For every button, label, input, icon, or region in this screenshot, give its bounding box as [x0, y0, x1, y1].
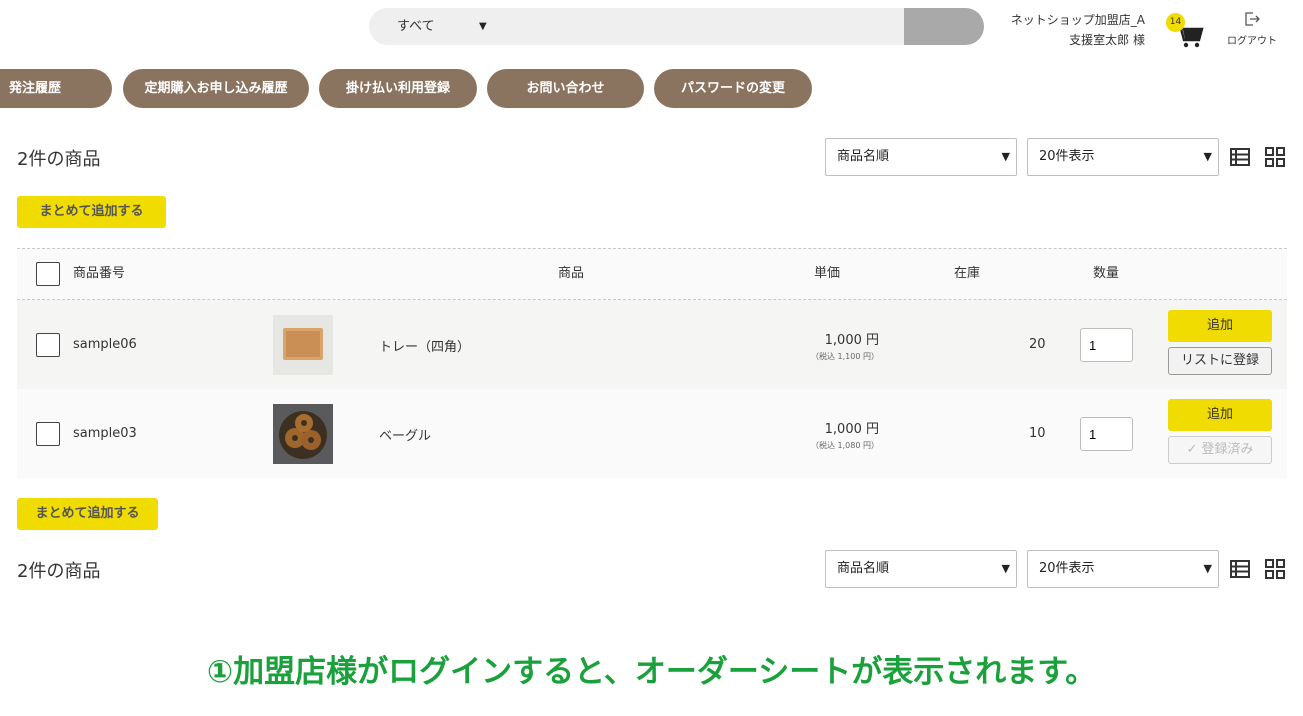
header-stock: 在庫 — [954, 266, 981, 281]
logout-button[interactable]: ログアウト — [1222, 10, 1282, 47]
product-name[interactable]: トレー（四角） — [379, 336, 470, 355]
nav-order-history[interactable]: 発注履歴 — [0, 69, 112, 108]
shop-name: ネットショップ加盟店_A — [1010, 13, 1145, 27]
add-to-cart-button[interactable]: 追加 — [1168, 399, 1272, 431]
price-value: 1,000 円 — [824, 333, 879, 348]
price-tax: （税込 1,100 円） — [811, 352, 879, 361]
chevron-down-icon: ▼ — [1203, 150, 1212, 163]
product-image-bagel[interactable] — [273, 404, 333, 464]
sort-select-value: 商品名順 — [837, 149, 890, 164]
bulk-add-button-top[interactable]: まとめて追加する — [17, 196, 166, 228]
header-qty: 数量 — [1093, 266, 1120, 281]
bulk-add-button-bottom[interactable]: まとめて追加する — [17, 498, 158, 530]
add-to-list-button[interactable]: リストに登録 — [1168, 347, 1272, 375]
sort-select[interactable]: 商品名順 ▼ — [825, 138, 1017, 176]
table-header: 商品番号 商品 単価 在庫 数量 — [17, 248, 1287, 300]
search-input[interactable] — [499, 8, 904, 45]
per-page-select-value: 20件表示 — [1039, 149, 1095, 164]
price-cell: 1,000 円 （税込 1,100 円） — [811, 329, 879, 362]
shop-info: ネットショップ加盟店_A 支援室太郎 様 — [1011, 10, 1145, 50]
quantity-input[interactable] — [1080, 417, 1133, 451]
stock-value: 20 — [1029, 337, 1046, 352]
product-code: sample06 — [73, 337, 137, 352]
nav-contact[interactable]: お問い合わせ — [487, 69, 644, 108]
search-button[interactable] — [904, 8, 984, 45]
product-table: 商品番号 商品 単価 在庫 数量 sample06 トレー（四角） 1,000 … — [17, 248, 1287, 478]
header-code: 商品番号 — [73, 266, 126, 281]
header-product: 商品 — [558, 266, 585, 281]
sort-select-bottom[interactable]: 商品名順 ▼ — [825, 550, 1017, 588]
product-code: sample03 — [73, 426, 137, 441]
chevron-down-icon: ▼ — [1203, 562, 1212, 575]
per-page-select[interactable]: 20件表示 ▼ — [1027, 138, 1219, 176]
search-category-select[interactable]: すべて — [397, 8, 435, 45]
cart-button[interactable]: 14 — [1166, 13, 1206, 50]
chevron-down-icon: ▼ — [1001, 562, 1010, 575]
search-bar: すべて ▼ — [369, 8, 984, 45]
price-cell: 1,000 円 （税込 1,080 円） — [811, 418, 879, 451]
price-value: 1,000 円 — [824, 422, 879, 437]
list-view-icon[interactable] — [1230, 147, 1250, 167]
nav-subscription-history[interactable]: 定期購入お申し込み履歴 — [123, 69, 309, 108]
registered-list-button: ✓ 登録済み — [1168, 436, 1272, 464]
list-view-icon[interactable] — [1230, 559, 1250, 579]
row-checkbox[interactable] — [36, 333, 60, 357]
instruction-caption: ①加盟店様がログインすると、オーダーシートが表示されます。 — [206, 654, 1097, 690]
grid-view-icon[interactable] — [1265, 559, 1285, 579]
logout-label: ログアウト — [1227, 36, 1277, 47]
chevron-down-icon: ▼ — [1001, 150, 1010, 163]
header-price: 単価 — [814, 266, 841, 281]
grid-view-icon[interactable] — [1265, 147, 1285, 167]
logout-icon — [1245, 12, 1260, 26]
nav-credit-registration[interactable]: 掛け払い利用登録 — [319, 69, 477, 108]
stock-value: 10 — [1029, 426, 1046, 441]
row-checkbox[interactable] — [36, 422, 60, 446]
table-row: sample03 ベーグル 1,000 円 （税込 1,080 円） 10 追加… — [17, 389, 1287, 478]
product-image-tray[interactable] — [273, 315, 333, 375]
per-page-select-value: 20件表示 — [1039, 561, 1095, 576]
nav-change-password[interactable]: パスワードの変更 — [654, 69, 812, 108]
per-page-select-bottom[interactable]: 20件表示 ▼ — [1027, 550, 1219, 588]
product-count-bottom: 2件の商品 — [17, 561, 101, 582]
cart-count-badge: 14 — [1166, 13, 1185, 32]
select-all-checkbox[interactable] — [36, 262, 60, 286]
product-count: 2件の商品 — [17, 149, 101, 170]
quantity-input[interactable] — [1080, 328, 1133, 362]
sort-select-value: 商品名順 — [837, 561, 890, 576]
price-tax: （税込 1,080 円） — [811, 441, 879, 450]
user-name: 支援室太郎 様 — [1069, 33, 1145, 47]
product-name[interactable]: ベーグル — [379, 425, 431, 444]
chevron-down-icon[interactable]: ▼ — [479, 8, 487, 45]
table-row: sample06 トレー（四角） 1,000 円 （税込 1,100 円） 20… — [17, 300, 1287, 389]
add-to-cart-button[interactable]: 追加 — [1168, 310, 1272, 342]
